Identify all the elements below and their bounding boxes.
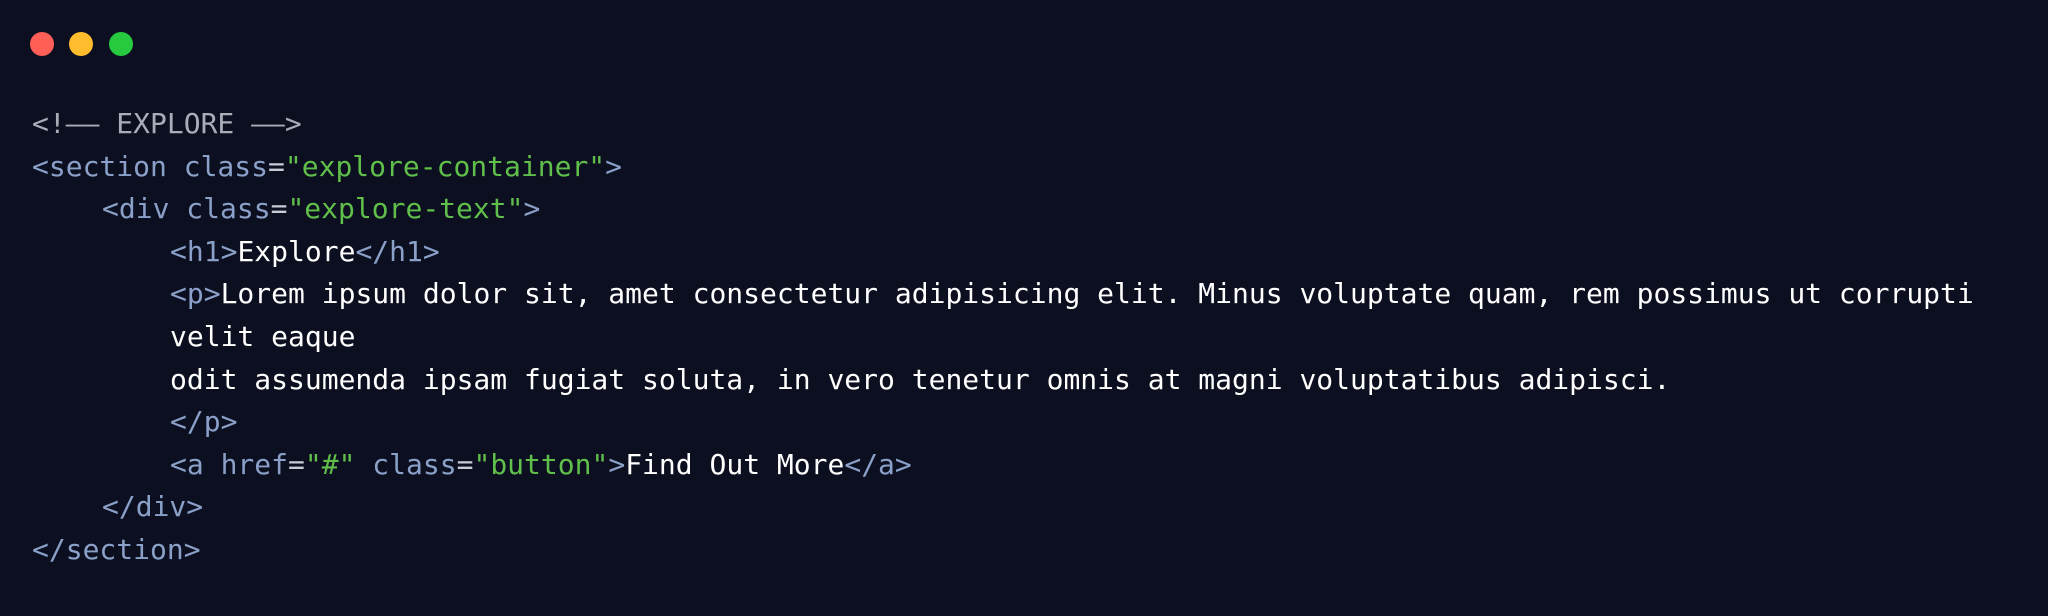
class-attribute: class <box>166 149 269 183</box>
a-close-tag: </a> <box>844 447 912 481</box>
equals-sign: = <box>456 447 474 481</box>
section-open-tag: <section <box>32 149 167 183</box>
p-open-tag: <p> <box>170 277 221 311</box>
code-line-section-open: <section class="explore-container"> <box>32 146 2022 189</box>
minimize-button[interactable] <box>69 32 93 56</box>
code-line-section-close: </section> <box>32 529 2022 572</box>
a-class-value: "button" <box>473 447 609 481</box>
div-close-tag: </div> <box>102 490 204 524</box>
h1-text: Explore <box>237 234 356 268</box>
code-line-p-continued: odit assumenda ipsam fugiat soluta, in v… <box>32 359 2022 402</box>
h1-close-tag: </h1> <box>355 234 440 268</box>
equals-sign: = <box>270 192 288 226</box>
p-close-tag: </p> <box>170 405 238 439</box>
div-open-tag: <div <box>102 192 170 226</box>
code-line-p-close: </p> <box>32 401 2022 444</box>
code-line-anchor: <a href="#" class="button">Find Out More… <box>32 444 2022 487</box>
anchor-text: Find Out More <box>625 447 845 481</box>
href-attribute: href <box>203 447 289 481</box>
div-class-value: "explore-text" <box>287 192 524 226</box>
code-line-p-open: <p>Lorem ipsum dolor sit, amet consectet… <box>32 273 2022 358</box>
close-bracket: > <box>605 149 623 183</box>
html-comment: <!—— EXPLORE ——> <box>32 107 302 140</box>
href-value: "#" <box>304 447 356 481</box>
code-line-h1: <h1>Explore</h1> <box>32 231 2022 274</box>
a-open-tag: <a <box>170 447 204 481</box>
code-line-div-close: </div> <box>32 486 2022 529</box>
close-bracket: > <box>523 192 541 226</box>
equals-sign: = <box>288 447 305 481</box>
close-button[interactable] <box>30 32 54 56</box>
paragraph-text-second: odit assumenda ipsam fugiat soluta, in v… <box>170 362 1671 396</box>
h1-open-tag: <h1> <box>170 234 238 268</box>
paragraph-text-first: Lorem ipsum dolor sit, amet consectetur … <box>170 277 1991 353</box>
maximize-button[interactable] <box>109 32 133 56</box>
code-line-div-open: <div class="explore-text"> <box>32 188 2022 231</box>
class-attribute: class <box>169 192 271 226</box>
class-attribute: class <box>355 447 457 481</box>
code-block: <!—— EXPLORE ——> <section class="explore-… <box>32 103 2022 572</box>
code-window: <!—— EXPLORE ——> <section class="explore-… <box>0 0 2048 616</box>
close-bracket: > <box>608 447 626 481</box>
section-class-value: "explore-container" <box>284 149 606 183</box>
code-line-comment: <!—— EXPLORE ——> <box>32 103 2022 146</box>
equals-sign: = <box>268 149 285 183</box>
section-close-tag: </section> <box>32 532 201 566</box>
